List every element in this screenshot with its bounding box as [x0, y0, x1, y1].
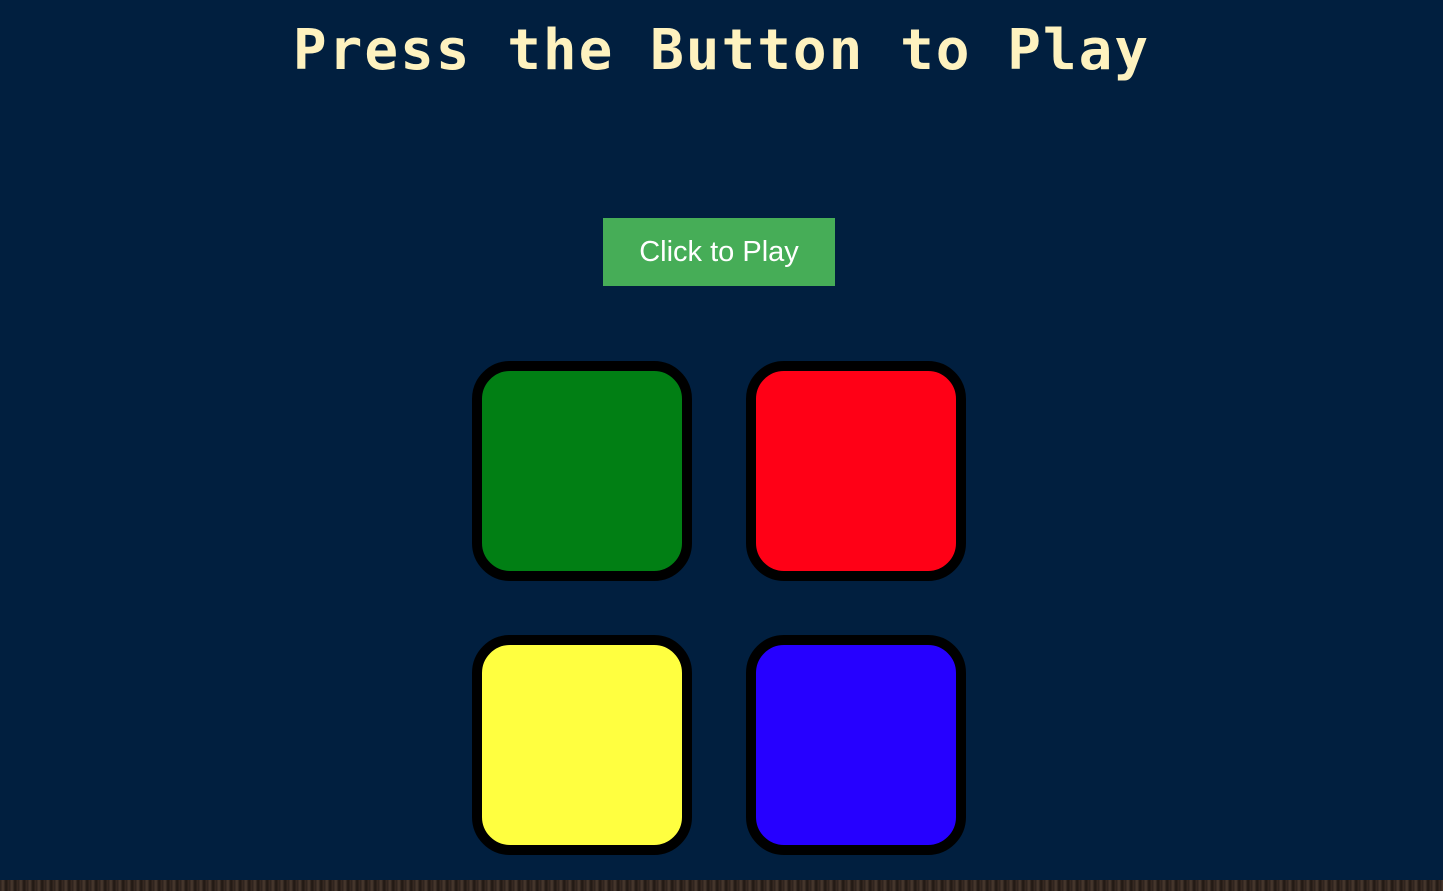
yellow-pad[interactable]	[472, 635, 692, 855]
red-pad[interactable]	[746, 361, 966, 581]
blue-pad[interactable]	[746, 635, 966, 855]
game-title: Press the Button to Play	[292, 18, 1151, 83]
play-button[interactable]: Click to Play	[603, 218, 835, 286]
green-pad[interactable]	[472, 361, 692, 581]
background-texture-strip	[0, 880, 1443, 891]
